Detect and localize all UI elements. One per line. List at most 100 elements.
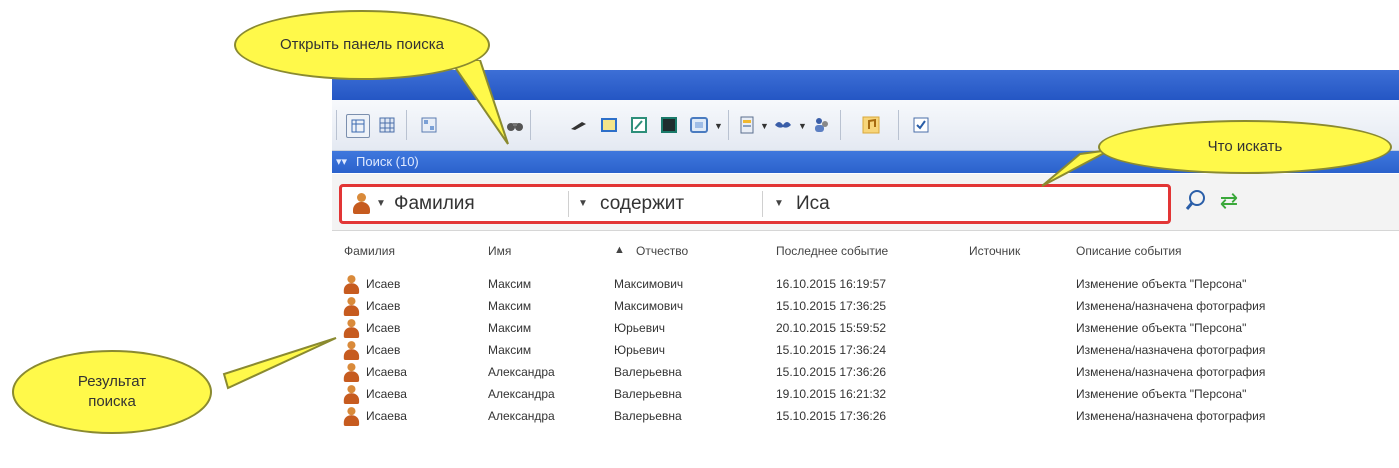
cell-description: Изменена/назначена фотография	[1076, 365, 1266, 379]
screen-icon[interactable]	[658, 114, 680, 136]
chevron-down-icon[interactable]: ▼	[578, 187, 588, 221]
cell-description: Изменена/назначена фотография	[1076, 409, 1266, 423]
callout-search-result-text: Результат поиска	[77, 373, 147, 410]
cell-patronymic: Валерьевна	[614, 409, 682, 423]
cell-last-event: 20.10.2015 15:59:52	[776, 321, 887, 335]
card-icon[interactable]	[598, 114, 620, 136]
cell-surname: Исаев	[366, 299, 401, 313]
toolbar-separator	[898, 110, 899, 140]
cell-name: Максим	[488, 343, 532, 357]
person-icon	[343, 385, 360, 405]
column-header-last-event[interactable]: Последнее событие	[776, 244, 888, 258]
divider	[568, 191, 569, 217]
toolbar-separator	[530, 110, 531, 140]
table-row[interactable]: Исаев Максим Юрьевич 15.10.2015 17:36:24 Изм…	[332, 340, 1399, 362]
person-icon	[343, 275, 360, 295]
users-icon[interactable]	[810, 114, 832, 136]
chevron-down-icon[interactable]: ▼	[798, 121, 807, 131]
cell-patronymic: Юрьевич	[614, 321, 666, 335]
cell-last-event: 15.10.2015 17:36:25	[776, 299, 887, 313]
callout-pointer	[222, 337, 337, 390]
checkbox-icon[interactable]	[910, 114, 932, 136]
cell-surname: Исаев	[366, 321, 401, 335]
cell-description: Изменена/назначена фотография	[1076, 343, 1266, 357]
column-header-source[interactable]: Источник	[969, 244, 1020, 258]
monitor-icon[interactable]	[688, 114, 710, 136]
toolbar-separator	[406, 110, 407, 140]
cell-description: Изменение объекта "Персона"	[1076, 321, 1247, 335]
column-header-patronymic[interactable]: Отчество	[636, 244, 688, 258]
chevron-down-icon[interactable]: ▼	[774, 187, 784, 221]
cell-last-event: 15.10.2015 17:36:26	[776, 409, 887, 423]
cell-patronymic: Максимович	[614, 299, 684, 313]
pen-icon[interactable]	[568, 114, 590, 136]
cell-last-event: 15.10.2015 17:36:24	[776, 343, 887, 357]
cell-last-event: 15.10.2015 17:36:26	[776, 365, 887, 379]
cell-patronymic: Юрьевич	[614, 343, 666, 357]
search-box: ▼ Фамилия ▼ содержит ▼ Иса	[339, 184, 1171, 224]
cell-surname: Исаева	[366, 409, 407, 423]
table-row[interactable]: Исаева Александра Валерьевна 15.10.2015 17:…	[332, 406, 1399, 428]
bird-icon[interactable]	[772, 114, 794, 136]
search-icon[interactable]	[1184, 188, 1208, 214]
cell-name: Александра	[488, 365, 555, 379]
column-header-name[interactable]: Имя	[488, 244, 511, 258]
cell-surname: Исаев	[366, 343, 401, 357]
search-field-select[interactable]: Фамилия	[394, 187, 475, 221]
cell-patronymic: Валерьевна	[614, 387, 682, 401]
cell-name: Максим	[488, 321, 532, 335]
grid-small-icon[interactable]	[346, 114, 370, 138]
search-condition-select[interactable]: содержит	[600, 187, 684, 221]
person-icon	[343, 319, 360, 339]
person-icon	[343, 363, 360, 383]
cell-name: Александра	[488, 387, 555, 401]
toolbar-separator	[728, 110, 729, 140]
cell-last-event: 19.10.2015 16:21:32	[776, 387, 887, 401]
column-header-surname[interactable]: Фамилия	[344, 244, 395, 258]
person-icon	[343, 341, 360, 361]
callout-search-result: Результат поиска	[12, 350, 212, 434]
callout-what-to-search: Что искать	[1098, 120, 1392, 174]
cell-surname: Исаев	[366, 277, 401, 291]
toolbar-separator	[840, 110, 841, 140]
chevron-down-icon[interactable]: ▼	[376, 187, 386, 221]
report-icon[interactable]	[736, 114, 758, 136]
cell-name: Максим	[488, 299, 532, 313]
search-bar: ▼ Фамилия ▼ содержит ▼ Иса ⇄	[332, 174, 1399, 231]
cell-patronymic: Валерьевна	[614, 365, 682, 379]
search-panel-title: Поиск (10)	[356, 154, 419, 169]
cell-patronymic: Максимович	[614, 277, 684, 291]
cell-name: Александра	[488, 409, 555, 423]
callout-open-search-text: Открыть панель поиска	[280, 36, 444, 53]
callout-open-search: Открыть панель поиска	[234, 10, 490, 80]
person-icon[interactable]	[352, 193, 370, 215]
table-row[interactable]: Исаев Максим Максимович 15.10.2015 17:36:25…	[332, 296, 1399, 318]
chevron-down-icon[interactable]: ▼	[714, 121, 723, 131]
music-icon[interactable]	[860, 114, 882, 136]
edit-icon[interactable]	[628, 114, 650, 136]
refresh-icon[interactable]: ⇄	[1216, 188, 1242, 214]
cell-last-event: 16.10.2015 16:19:57	[776, 277, 887, 291]
cell-surname: Исаева	[366, 387, 407, 401]
table-row[interactable]: Исаева Александра Валерьевна 19.10.2015 16:…	[332, 384, 1399, 406]
cell-description: Изменение объекта "Персона"	[1076, 277, 1247, 291]
callout-pointer	[448, 60, 509, 145]
cell-description: Изменена/назначена фотография	[1076, 299, 1266, 313]
table-row[interactable]: Исаев Максим Юрьевич 20.10.2015 15:59:52 Изм…	[332, 318, 1399, 340]
chevron-down-icon[interactable]: ▼	[760, 121, 769, 131]
cell-surname: Исаева	[366, 365, 407, 379]
cell-name: Максим	[488, 277, 532, 291]
table-row[interactable]: Исаев Максим Максимович 16.10.2015 16:19:57…	[332, 274, 1399, 296]
toolbar-separator	[336, 110, 337, 140]
collapse-chevron-icon[interactable]: ▾▾	[336, 151, 347, 173]
cell-description: Изменение объекта "Персона"	[1076, 387, 1247, 401]
search-input[interactable]: Иса	[796, 187, 830, 221]
column-header-description[interactable]: Описание события	[1076, 244, 1182, 258]
sort-ascending-icon: ▲	[614, 244, 625, 256]
person-icon	[343, 407, 360, 427]
table-row[interactable]: Исаева Александра Валерьевна 15.10.2015 17:…	[332, 362, 1399, 384]
grid-detail-icon[interactable]	[418, 114, 440, 136]
divider	[762, 191, 763, 217]
grid-large-icon[interactable]	[376, 114, 398, 136]
person-icon	[343, 297, 360, 317]
